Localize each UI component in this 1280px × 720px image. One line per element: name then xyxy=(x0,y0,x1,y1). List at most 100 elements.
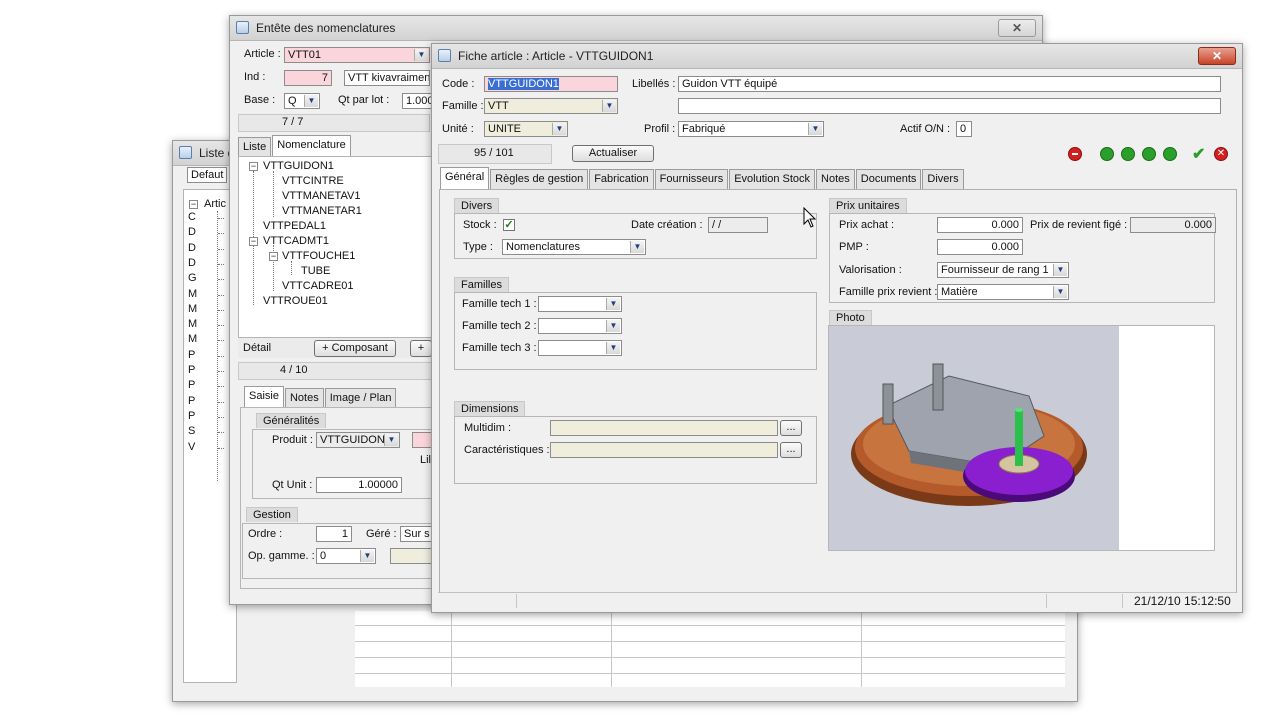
fiche-article-titlebar[interactable]: Fiche article : Article - VTTGUIDON1 ✕ xyxy=(432,44,1242,69)
tab-notes[interactable]: Notes xyxy=(816,169,855,189)
validate-icon[interactable]: ✔ xyxy=(1192,144,1205,164)
article-list-item[interactable]: D xyxy=(188,242,196,254)
close-icon[interactable]: ✕ xyxy=(1198,47,1236,65)
cancel-icon[interactable]: ✕ xyxy=(1214,147,1228,161)
article-list-item[interactable]: M xyxy=(188,318,197,330)
chevron-down-icon[interactable]: ▼ xyxy=(606,320,620,332)
tab-fabrication[interactable]: Fabrication xyxy=(589,169,654,189)
tab-fournisseurs[interactable]: Fournisseurs xyxy=(654,169,729,189)
chevron-down-icon[interactable]: ▼ xyxy=(808,123,822,135)
article-list-item[interactable]: P xyxy=(188,395,195,407)
base-select[interactable]: Q ▼ xyxy=(284,93,320,109)
article-list-item[interactable]: D xyxy=(188,257,196,269)
close-icon[interactable]: ✕ xyxy=(998,19,1036,37)
article-list-item[interactable]: D xyxy=(188,226,196,238)
libelles-input[interactable]: Guidon VTT équipé xyxy=(678,76,1221,92)
tree-item[interactable]: TUBE xyxy=(301,265,330,277)
article-list-item[interactable]: V xyxy=(188,441,195,453)
tree-collapse-icon[interactable]: − xyxy=(269,252,278,261)
article-list-item[interactable]: S xyxy=(188,425,195,437)
valorisation-select[interactable]: Fournisseur de rang 1 ▼ xyxy=(937,262,1069,278)
tab-notes[interactable]: Notes xyxy=(284,388,324,408)
ind-description[interactable]: VTT kivavraimen xyxy=(344,70,430,86)
tab-nomenclature[interactable]: Nomenclature xyxy=(272,135,351,157)
chevron-down-icon[interactable]: ▼ xyxy=(360,550,374,562)
op-gamme-select[interactable]: 0 ▼ xyxy=(316,548,376,564)
tree-collapse-icon[interactable]: − xyxy=(249,162,258,171)
chevron-down-icon[interactable]: ▼ xyxy=(602,100,616,112)
tab-liste[interactable]: Liste xyxy=(238,137,272,157)
tab-saisie[interactable]: Saisie xyxy=(244,386,284,408)
famille-select[interactable]: VTT ▼ xyxy=(484,98,618,114)
article-list-item[interactable]: M xyxy=(188,288,197,300)
nomenclature-titlebar[interactable]: Entête des nomenclatures ✕ xyxy=(230,16,1042,41)
tree-item[interactable]: VTTPEDAL1 xyxy=(263,220,326,232)
ind-input[interactable]: 7 xyxy=(284,70,332,86)
profil-select[interactable]: Fabriqué ▼ xyxy=(678,121,824,137)
chevron-down-icon[interactable]: ▼ xyxy=(630,241,644,253)
article-list-item[interactable]: P xyxy=(188,349,195,361)
chevron-down-icon[interactable]: ▼ xyxy=(384,434,398,446)
pmp-input[interactable]: 0.000 xyxy=(937,239,1023,255)
last-record-icon[interactable] xyxy=(1163,147,1177,161)
ordre-input[interactable]: 1 xyxy=(316,526,352,542)
tree-collapse-icon[interactable]: − xyxy=(249,237,258,246)
article-list-item[interactable]: C xyxy=(188,211,196,223)
famille-prix-select[interactable]: Matière ▼ xyxy=(937,284,1069,300)
first-record-icon[interactable] xyxy=(1100,147,1114,161)
add-button[interactable]: + xyxy=(410,340,432,357)
tree-item[interactable]: VTTMANETAV1 xyxy=(282,190,360,202)
tree-item[interactable]: VTTROUE01 xyxy=(263,295,328,307)
filter-select[interactable]: Defaut xyxy=(187,167,227,183)
article-select[interactable]: VTT01 ▼ xyxy=(284,47,430,63)
code-input[interactable]: VTTGUIDON1 xyxy=(484,76,618,92)
date-creation-input[interactable]: / / xyxy=(708,217,768,233)
chevron-down-icon[interactable]: ▼ xyxy=(1053,286,1067,298)
chevron-down-icon[interactable]: ▼ xyxy=(606,298,620,310)
famille-tech2-select[interactable]: ▼ xyxy=(538,318,622,334)
caracteristiques-input[interactable] xyxy=(550,442,778,458)
tab-image-plan[interactable]: Image / Plan xyxy=(324,388,397,408)
chevron-down-icon[interactable]: ▼ xyxy=(414,49,428,61)
tree-collapse-icon[interactable]: − xyxy=(189,200,198,209)
famille-tech3-select[interactable]: ▼ xyxy=(538,340,622,356)
add-component-button[interactable]: + Composant xyxy=(314,340,396,357)
unite-select[interactable]: UNITE ▼ xyxy=(484,121,568,137)
article-list-item[interactable]: P xyxy=(188,364,195,376)
stock-checkbox[interactable]: ✓ xyxy=(503,219,515,231)
tab-evolution-stock[interactable]: Evolution Stock xyxy=(729,169,816,189)
article-list-item[interactable]: G xyxy=(188,272,197,284)
chevron-down-icon[interactable]: ▼ xyxy=(606,342,620,354)
tab-general[interactable]: Général xyxy=(440,167,490,189)
delete-icon[interactable] xyxy=(1068,147,1082,161)
actualiser-button[interactable]: Actualiser xyxy=(572,145,654,162)
tree-item[interactable]: VTTCINTRE xyxy=(282,175,344,187)
next-record-icon[interactable] xyxy=(1142,147,1156,161)
multidim-input[interactable] xyxy=(550,420,778,436)
tree-root-label[interactable]: Artic xyxy=(204,198,226,210)
tree-item[interactable]: VTTGUIDON1 xyxy=(263,160,334,172)
prix-revient-input[interactable]: 0.000 xyxy=(1130,217,1216,233)
tab-documents[interactable]: Documents xyxy=(855,169,922,189)
gere-select[interactable]: Sur s xyxy=(400,526,432,542)
tree-item[interactable]: VTTCADMT1 xyxy=(263,235,329,247)
tab-regles-gestion[interactable]: Règles de gestion xyxy=(490,169,589,189)
prix-achat-input[interactable]: 0.000 xyxy=(937,217,1023,233)
actif-input[interactable]: 0 xyxy=(956,121,972,137)
type-select[interactable]: Nomenclatures ▼ xyxy=(502,239,646,255)
multidim-browse-button[interactable]: ... xyxy=(780,420,802,436)
qt-unit-input[interactable]: 1.00000 xyxy=(316,477,402,493)
previous-record-icon[interactable] xyxy=(1121,147,1135,161)
article-list-item[interactable]: P xyxy=(188,379,195,391)
tab-divers[interactable]: Divers xyxy=(922,169,964,189)
qt-par-lot-input[interactable]: 1.000 xyxy=(402,93,432,109)
op-gamme-desc[interactable] xyxy=(390,548,432,564)
produit-select[interactable]: VTTGUIDON ▼ xyxy=(316,432,400,448)
article-list-item[interactable]: M xyxy=(188,303,197,315)
article-list-item[interactable]: P xyxy=(188,410,195,422)
famille-tech1-select[interactable]: ▼ xyxy=(538,296,622,312)
article-list-item[interactable]: M xyxy=(188,333,197,345)
chevron-down-icon[interactable]: ▼ xyxy=(304,95,318,107)
caracteristiques-browse-button[interactable]: ... xyxy=(780,442,802,458)
chevron-down-icon[interactable]: ▼ xyxy=(552,123,566,135)
